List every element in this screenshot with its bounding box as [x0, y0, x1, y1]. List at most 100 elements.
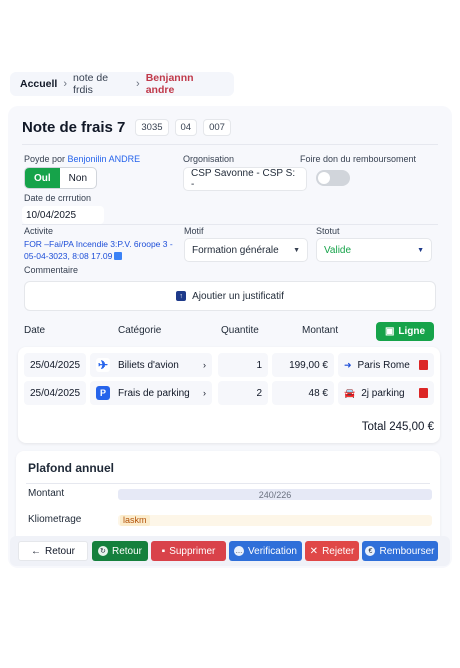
- refund-toggle[interactable]: [316, 170, 350, 186]
- quantity-field[interactable]: 2: [218, 381, 268, 405]
- add-line-label: Ligne: [398, 326, 426, 337]
- row-category: Frais de parking: [118, 387, 190, 399]
- arrow-right-icon: ➜: [344, 359, 352, 370]
- paid-by-name: Benjonilin ANDRE: [67, 154, 141, 164]
- breadcrumb-separator: ›: [63, 78, 68, 90]
- car-icon: 🚘: [344, 387, 356, 398]
- page-header: Note de frais 7 3035 04 007: [22, 119, 231, 136]
- amount-ceiling-bar: 240/226: [118, 489, 432, 500]
- refund-label: Rembourser: [379, 545, 435, 557]
- table-row: 25/04/2025 ✈ Biliets d'avion › 1 199,00 …: [24, 353, 434, 377]
- chat-icon: …: [234, 546, 245, 556]
- parking-icon: P: [96, 386, 110, 400]
- back-label: Retour: [44, 545, 75, 557]
- breadcrumb-parent[interactable]: note de frdis: [73, 72, 130, 96]
- paid-by-toggle: Oul Non: [24, 167, 98, 189]
- organisation-label: Orgonisation: [183, 154, 235, 164]
- trash-icon[interactable]: [419, 360, 428, 370]
- divider: [22, 224, 438, 225]
- activity-link[interactable]: FOR –Fai/PA Incendie 3:P.V. 6roope 3 - 0…: [24, 238, 184, 262]
- annual-ceiling-title: Plafond annuel: [28, 461, 115, 475]
- reference-chip: 007: [203, 119, 231, 136]
- page-title: Note de frais 7: [22, 119, 126, 136]
- verify-button[interactable]: … Verification: [229, 541, 302, 561]
- amount-label: Montant: [28, 488, 65, 499]
- breadcrumb: Accuell › note de frdis › Benjannn andre: [10, 72, 234, 96]
- calendar-icon: [114, 252, 123, 260]
- amount-ceiling-value: 240/226: [258, 489, 292, 500]
- status-select[interactable]: Valide ▼: [316, 238, 432, 262]
- paid-by-label: Poyde por Benjonilin ANDRE: [24, 154, 140, 164]
- category-select[interactable]: ✈ Biliets d'avion ›: [90, 353, 212, 377]
- chevron-right-icon: ›: [203, 360, 206, 370]
- column-category: Catégorie: [118, 325, 162, 336]
- reject-label: Rejeter: [322, 545, 355, 557]
- annual-ceiling-panel: Plafond annuel Montant 240/226 Kliometra…: [16, 451, 440, 547]
- activity-line2: 05-04-3023, 8:08 17.09: [24, 251, 113, 261]
- row-detail-text: Paris Rome: [357, 359, 410, 371]
- column-date: Date: [24, 325, 46, 336]
- chevron-down-icon: ▼: [417, 246, 424, 254]
- paid-by-prefix: Poyde por: [24, 154, 68, 164]
- motif-label: Motif: [184, 226, 204, 236]
- back-button[interactable]: ← Retour: [18, 541, 88, 561]
- activity-line1: FOR –Fai/PA Incendie 3:P.V. 6roope 3 -: [24, 239, 173, 249]
- total-amount: Total 245,00 €: [361, 421, 434, 433]
- table-row: 25/04/2025 P Frais de parking › 2 48 € 🚘…: [24, 381, 434, 405]
- column-amount: Montant: [302, 325, 339, 336]
- euro-icon: €: [365, 546, 376, 556]
- row-date: 25/04/2025: [24, 381, 86, 405]
- divider: [22, 144, 438, 145]
- amount-field[interactable]: 199,00 €: [272, 353, 334, 377]
- status-label: Stotut: [316, 226, 340, 236]
- activity-label: Activite: [24, 226, 54, 236]
- trash-icon[interactable]: [419, 388, 428, 398]
- refund-label: Foire don du remboursoment: [300, 154, 417, 164]
- breadcrumb-home[interactable]: Accuell: [20, 78, 57, 90]
- breadcrumb-current: Benjannn andre: [145, 72, 194, 96]
- return-button[interactable]: ↻ Retour: [92, 541, 148, 561]
- refresh-icon: ↻: [97, 546, 108, 556]
- add-attachment-button[interactable]: ↑ Ajoutier un justificatif: [24, 281, 436, 311]
- airplane-icon: ✈: [96, 358, 110, 372]
- status-value: Valide: [324, 244, 352, 256]
- amount-field[interactable]: 48 €: [272, 381, 334, 405]
- category-select[interactable]: P Frais de parking ›: [90, 381, 212, 405]
- motif-value: Formation générale: [192, 244, 279, 256]
- comment-label: Commentaire: [24, 265, 79, 275]
- quantity-field[interactable]: 1: [218, 353, 268, 377]
- chevron-down-icon: ▼: [293, 246, 300, 254]
- row-detail-text: 2j parking: [361, 387, 405, 399]
- chevron-right-icon: ›: [203, 388, 206, 398]
- mileage-label: Kliometrage: [28, 514, 82, 525]
- add-line-button[interactable]: ▣ Ligne: [376, 322, 434, 341]
- briefcase-icon: ▣: [384, 326, 395, 337]
- verify-label: Verification: [248, 545, 297, 557]
- upload-icon: ↑: [176, 291, 187, 301]
- creation-date-label: Date de crrrution: [24, 193, 92, 203]
- creation-date-field[interactable]: 10/04/2025: [22, 206, 104, 224]
- yes-option[interactable]: Oul: [25, 168, 60, 188]
- organisation-value: CSP Savonne - CSP S: -: [191, 168, 296, 190]
- add-attachment-label: Ajoutier un justificatif: [192, 290, 284, 302]
- reject-button[interactable]: ✕ Rejeter: [305, 541, 359, 561]
- row-date: 25/04/2025: [24, 353, 86, 377]
- reference-chip: 04: [174, 119, 198, 136]
- refund-button[interactable]: € Rembourser: [362, 541, 438, 561]
- breadcrumb-separator: ›: [136, 78, 140, 90]
- mileage-ceiling-value: laskm: [120, 515, 150, 526]
- delete-label: Supprimer: [169, 545, 216, 557]
- no-option[interactable]: Non: [60, 168, 96, 188]
- arrow-left-icon: ←: [30, 545, 41, 557]
- organisation-select[interactable]: CSP Savonne - CSP S: -: [183, 167, 307, 191]
- delete-button[interactable]: ▪ Supprimer: [151, 541, 226, 561]
- motif-select[interactable]: Formation générale ▼: [184, 238, 308, 262]
- return-label: Retour: [111, 545, 142, 557]
- divider: [26, 483, 430, 484]
- trash-icon: ▪: [161, 545, 166, 557]
- reference-chip: 3035: [135, 119, 169, 136]
- row-category: Biliets d'avion: [118, 359, 179, 371]
- column-quantity: Quantite: [221, 325, 259, 336]
- mileage-ceiling-bar: laskm: [118, 515, 432, 526]
- close-icon: ✕: [309, 545, 319, 557]
